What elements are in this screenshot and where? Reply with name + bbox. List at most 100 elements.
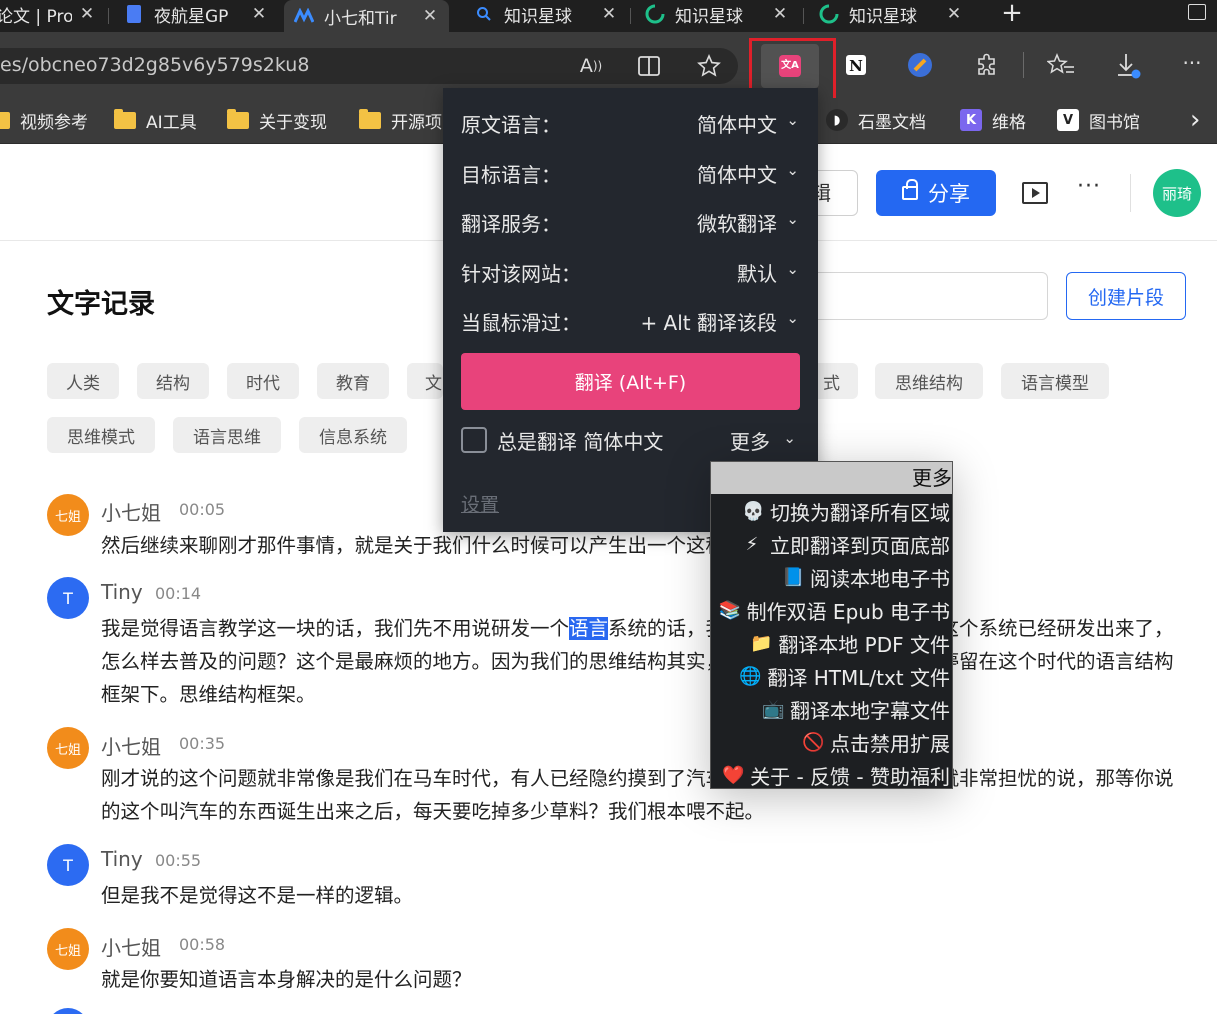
menu-item-disable-extension[interactable]: 🚫 点击禁用扩展 [802,726,950,758]
wave-icon [294,6,314,26]
row-label: 翻译服务： [461,212,561,236]
more-options-button[interactable]: ··· [1077,174,1101,199]
window-restore-icon[interactable] [1188,4,1206,20]
tab[interactable]: 夜航星GP ✕ [124,0,268,28]
settings-link[interactable]: 设置 [461,490,499,517]
tab-title: 知识星球 [849,6,917,27]
url-text[interactable]: es/obcneo73d2g85v6y579s2ku8 [0,54,309,76]
always-translate-checkbox[interactable] [461,427,487,453]
bookmark-label: 开源项 [391,112,442,133]
user-avatar[interactable]: 丽琦 [1153,169,1201,217]
message-text: 然后继续来聊刚才那件事情，就是关于我们什么时候可以产生出一个这种系统。 [101,534,784,557]
menu-item-about-feedback[interactable]: ❤️ 关于 - 反馈 - 赞助福利 [722,759,950,789]
tampermonkey-icon[interactable] [906,51,934,79]
bookmark-label: 图书馆 [1089,112,1140,133]
close-icon[interactable]: ✕ [600,4,618,24]
folder-icon [359,108,381,129]
folder-icon [0,111,10,129]
keyword-tag[interactable]: 结构 [137,363,209,399]
bookmark-shimo[interactable]: ◗ 石墨文档 [826,106,926,134]
tab[interactable]: 知识星球 ✕ [474,0,618,28]
timestamp[interactable]: 00:14 [155,584,201,603]
menu-item-translate-html[interactable]: 🌐 翻译 HTML/txt 文件 [739,660,950,692]
keyword-tag[interactable]: 语言思维 [173,417,281,453]
keyword-tag[interactable]: 思维模式 [47,417,155,453]
present-icon[interactable] [1022,182,1048,204]
more-dropdown[interactable]: 更多 [730,426,770,455]
target-language-select[interactable]: 目标语言： 简体中文 ⌄ [461,159,801,189]
keyword-tag[interactable]: 式 [818,363,858,399]
close-icon[interactable]: ✕ [250,4,268,24]
more-menu-icon[interactable]: ··· [1178,49,1206,77]
close-icon[interactable]: ✕ [945,4,963,24]
bookmark-folder[interactable]: 视频参考 [0,106,88,134]
globe-icon: 🌐 [739,665,762,687]
keyword-tag[interactable]: 教育 [317,363,389,399]
search-input[interactable] [810,272,1048,320]
translation-service-select[interactable]: 翻译服务： 微软翻译 ⌄ [461,208,801,238]
chevron-down-icon: ⌄ [786,309,799,327]
translate-extension-button[interactable]: 文A [761,44,819,88]
bookmarks-overflow-chevron[interactable]: › [1190,105,1200,135]
downloads-icon[interactable] [1113,51,1143,81]
menu-item-label: 关于 - 反馈 - 赞助福利 [750,764,950,789]
tab[interactable]: 论文 | Pro ✕ [0,0,96,28]
share-button[interactable]: 分享 [876,170,996,216]
speaker-name: 小七姐 [101,735,161,759]
menu-item-read-ebook[interactable]: 📘 阅读本地电子书 [782,561,950,593]
timestamp[interactable]: 00:58 [179,935,225,954]
notion-icon[interactable]: N [842,51,870,79]
source-language-select[interactable]: 原文语言： 简体中文 ⌄ [461,109,801,139]
keyword-tag[interactable]: 思维结构 [875,363,983,399]
always-translate-label[interactable]: 总是翻译 简体中文 [497,426,663,455]
read-aloud-icon[interactable]: A)) [576,52,606,80]
tv-icon: 📺 [762,698,785,720]
site-rule-select[interactable]: 针对该网站： 默认 ⌄ [461,258,801,288]
hover-translate-select[interactable]: 当鼠标滑过： + Alt 翻译该段 ⌄ [461,307,801,337]
bookmark-library[interactable]: V 图书馆 [1057,106,1140,134]
keyword-tag[interactable]: 人类 [47,363,119,399]
menu-item-bilingual-epub[interactable]: 📚 制作双语 Epub 电子书 [719,594,950,626]
translate-button[interactable]: 翻译 (Alt+F) [461,353,800,410]
chevron-down-icon: ⌄ [786,111,799,129]
heart-icon: ❤️ [722,764,745,786]
menu-item-translate-to-bottom[interactable]: ⚡ 立即翻译到页面底部 [742,528,950,560]
timestamp[interactable]: 00:05 [179,500,225,519]
favorite-star-icon[interactable] [694,52,724,80]
svg-text:N: N [849,57,863,75]
new-tab-button[interactable]: + [997,0,1027,28]
keyword-tag[interactable]: 文 [407,363,443,399]
keyword-tag[interactable]: 时代 [227,363,299,399]
bookmark-vika[interactable]: K 维格 [960,106,1026,134]
favorites-list-icon[interactable] [1046,51,1076,79]
tab-strip: 论文 | Pro ✕ 夜航星GP ✕ 小七和Tir ✕ 知识星球 ✕ 知识星球 … [0,0,1217,32]
timestamp[interactable]: 00:55 [155,851,201,870]
keyword-tag[interactable]: 语言模型 [1001,363,1109,399]
address-bar[interactable]: es/obcneo73d2g85v6y579s2ku8 A)) [0,48,738,84]
menu-item-translate-subtitles[interactable]: 📺 翻译本地字幕文件 [762,693,950,725]
lock-icon [902,179,918,200]
chevron-down-icon: ⌄ [786,161,799,179]
bookmark-folder[interactable]: AI工具 [114,106,197,134]
split-screen-icon[interactable] [634,52,664,80]
row-label: 目标语言： [461,163,561,187]
close-icon[interactable]: ✕ [78,4,96,24]
menu-item-translate-pdf[interactable]: 📁 翻译本地 PDF 文件 [750,627,950,659]
close-icon[interactable]: ✕ [421,6,439,26]
tab[interactable]: 知识星球 ✕ [645,0,789,28]
more-menu: 更多 💀 切换为翻译所有区域 ⚡ 立即翻译到页面底部 📘 阅读本地电子书 📚 制… [710,461,953,789]
vika-icon: K [960,109,982,131]
keyword-tag[interactable]: 信息系统 [299,417,407,453]
menu-item-translate-all-areas[interactable]: 💀 切换为翻译所有区域 [742,495,950,527]
timestamp[interactable]: 00:35 [179,734,225,753]
row-value: 简体中文 [697,113,777,137]
bookmark-folder[interactable]: 开源项 [359,106,442,134]
tab-active[interactable]: 小七和Tir ✕ [284,0,449,32]
bookmark-folder[interactable]: 关于变现 [227,106,327,134]
tab[interactable]: 知识星球 ✕ [819,0,963,28]
create-clip-button[interactable]: 创建片段 [1066,272,1186,320]
tab-divider [630,8,631,24]
extensions-puzzle-icon[interactable] [973,51,1001,79]
speaker-name: 小七姐 [101,501,161,525]
close-icon[interactable]: ✕ [771,4,789,24]
